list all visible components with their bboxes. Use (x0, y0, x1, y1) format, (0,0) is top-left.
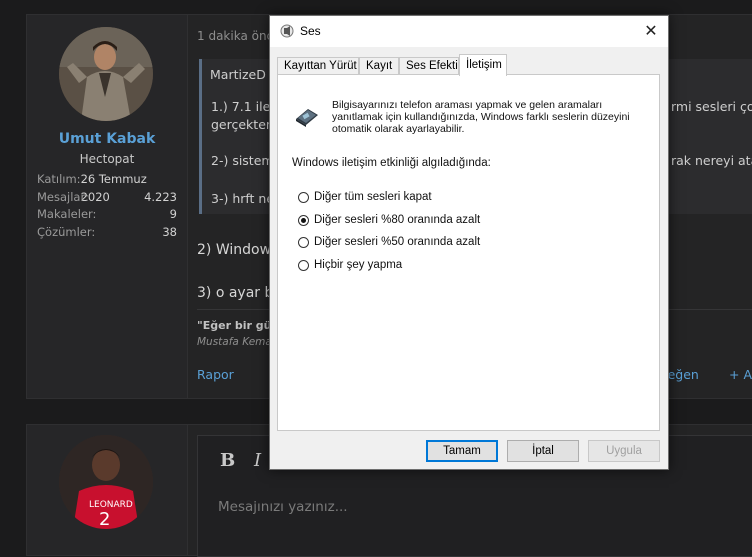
speaker-icon (280, 24, 294, 38)
title-bar[interactable]: Ses ✕ (270, 16, 668, 47)
stat-row-articles: Makaleler: 9 (37, 206, 177, 224)
phone-icon (296, 109, 318, 127)
option-do-nothing[interactable]: Hiçbir şey yapma (298, 257, 402, 273)
username[interactable]: Umut Kabak (27, 131, 187, 147)
communications-panel: Bilgisayarınızı telefon araması yapmak v… (277, 74, 660, 431)
user-info-panel: LEONARD 2 (27, 425, 188, 555)
description-text: Bilgisayarınızı telefon araması yapmak v… (332, 99, 630, 135)
post-timestamp[interactable]: 1 dakika önce (197, 29, 281, 43)
quote-text-fragment: rmi sesleri çok (671, 99, 752, 114)
add-link[interactable]: + Al (729, 367, 752, 382)
dialog-title: Ses (300, 24, 321, 38)
stat-row-solutions: Çözümler: 38 (37, 224, 177, 242)
radio-button[interactable] (298, 191, 309, 203)
report-link[interactable]: Rapor (197, 367, 234, 382)
stat-value: 26 Temmuz 2020 (80, 172, 147, 204)
editor-placeholder[interactable]: Mesajınızı yazınız... (218, 499, 348, 515)
quote-line: 2-) sistem (211, 153, 274, 168)
stat-value: 38 (162, 224, 177, 239)
option-reduce-80[interactable]: Diğer sesleri %80 oranında azalt (298, 212, 480, 228)
stat-label: Çözümler: (37, 224, 96, 239)
quote-line: gerçekten (211, 117, 274, 132)
post-body-line: 2) Windows (197, 242, 279, 258)
stat-label: Mesajlar: (37, 189, 89, 204)
user-info-panel: Umut Kabak Hectopat Katılım: 26 Temmuz 2… (27, 15, 188, 398)
quote-text-fragment: rak nereyi atac (671, 153, 752, 168)
option-label: Diğer sesleri %50 oranında azalt (314, 236, 481, 248)
radio-button[interactable] (298, 236, 309, 248)
cancel-button[interactable]: İptal (507, 440, 579, 462)
close-button[interactable]: ✕ (634, 16, 668, 47)
avatar[interactable]: LEONARD 2 (59, 435, 153, 529)
stat-value: 4.223 (144, 189, 177, 204)
svg-text:LEONARD: LEONARD (89, 500, 133, 510)
stat-value: 9 (169, 207, 177, 221)
bold-button[interactable]: B (220, 450, 235, 471)
radio-button-selected[interactable] (298, 214, 309, 226)
user-title: Hectopat (79, 152, 135, 166)
signature-author: Mustafa Kema (197, 336, 272, 348)
sound-dialog: Ses ✕ Kayıttan Yürüt Kayıt Ses Efekti İl… (269, 15, 669, 470)
svg-text:2: 2 (99, 509, 110, 529)
question-label: Windows iletişim etkinliği algıladığında… (292, 157, 491, 169)
tab-playback[interactable]: Kayıttan Yürüt (277, 57, 359, 74)
user-stats: Katılım: 26 Temmuz 2020 Mesajlar: 4.223 … (37, 171, 177, 241)
stat-label: Katılım: (37, 172, 81, 186)
stat-label: Makaleler: (37, 207, 97, 221)
apply-button[interactable]: Uygula (588, 440, 660, 462)
avatar[interactable] (59, 27, 153, 121)
tab-recording[interactable]: Kayıt (359, 57, 399, 74)
tab-sound-effects[interactable]: Ses Efekti (399, 57, 459, 74)
quote-author[interactable]: MartizeD d (210, 67, 278, 82)
option-reduce-50[interactable]: Diğer sesleri %50 oranında azalt (298, 234, 480, 250)
option-mute-all[interactable]: Diğer tüm sesleri kapat (298, 189, 432, 205)
ok-button[interactable]: Tamam (426, 440, 498, 462)
radio-button[interactable] (298, 259, 309, 271)
stat-row-joined: Katılım: 26 Temmuz 2020 (37, 171, 177, 204)
option-label: Diğer tüm sesleri kapat (314, 191, 432, 203)
signature-quote: "Eğer bir gün (197, 319, 280, 332)
quote-line: 3-) hrft ne (211, 191, 275, 206)
tab-communications[interactable]: İletişim (459, 54, 507, 76)
option-label: Hiçbir şey yapma (314, 259, 403, 271)
option-label: Diğer sesleri %80 oranında azalt (314, 214, 481, 226)
italic-button[interactable]: I (254, 450, 261, 471)
